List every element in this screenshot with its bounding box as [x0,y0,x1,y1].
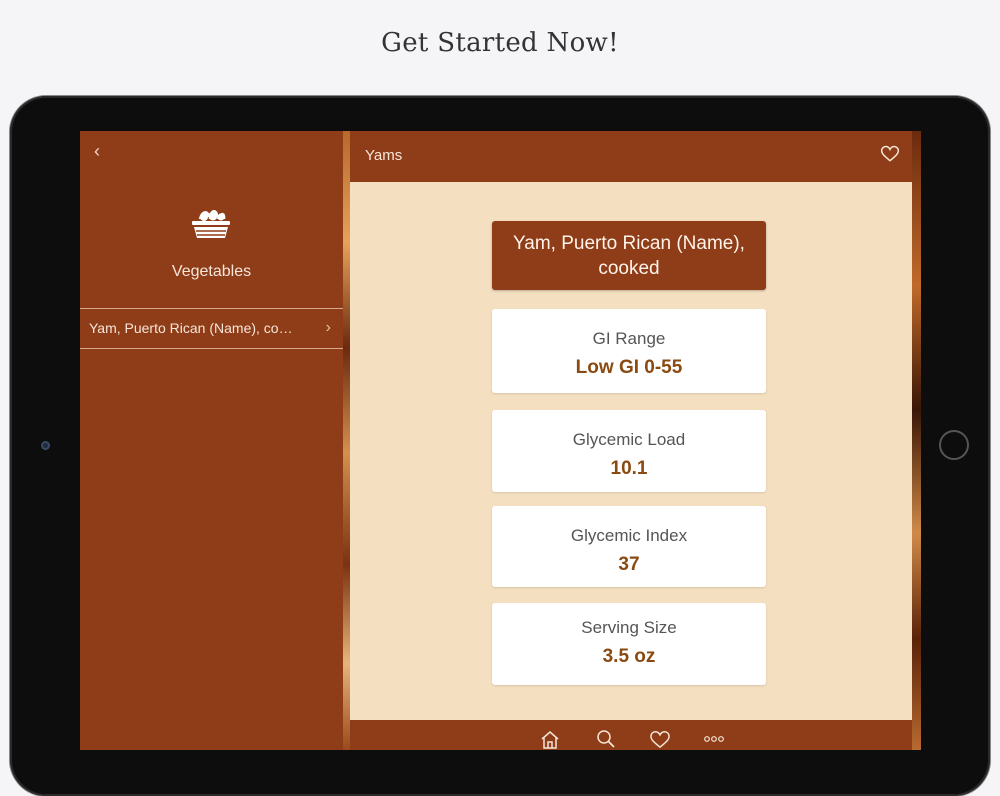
glycemic-load-card: Glycemic Load 10.1 [492,410,766,492]
list-item-label: Yam, Puerto Rican (Name), co… [89,320,293,336]
screen-edge-strip [912,131,921,750]
sidebar: ‹ Vegetables Yam, Puerto Rican (Name), c… [80,131,343,750]
card-value: 37 [618,554,640,575]
tablet-home-button[interactable] [939,430,969,460]
tab-bar [350,720,912,750]
card-label: Serving Size [581,618,677,637]
card-label: GI Range [592,329,666,348]
chevron-left-icon[interactable]: ‹ [94,141,110,161]
serving-size-card: Serving Size 3.5 oz [492,603,766,685]
heart-icon[interactable] [649,729,671,749]
glycemic-index-card: Glycemic Index 37 [492,506,766,587]
detail-title: Yams [365,147,403,164]
search-icon[interactable] [595,729,617,749]
more-icon[interactable] [703,729,725,749]
tablet-camera [41,441,50,450]
chevron-right-icon: › [325,319,331,336]
card-label: Glycemic Index [570,526,688,545]
card-value: 3.5 oz [602,646,656,667]
app-screen: ‹ Vegetables Yam, Puerto Rican (Name), c… [80,131,921,750]
detail-pane: Yams Yam, Puerto Rican (Name), cooked GI… [350,131,912,750]
detail-header: Yams [350,131,912,182]
gi-range-card: GI Range Low GI 0-55 [492,309,766,393]
category-label: Vegetables [171,263,252,280]
detail-content: Yam, Puerto Rican (Name), cooked GI Rang… [350,182,912,720]
list-item[interactable]: Yam, Puerto Rican (Name), co… › [80,308,343,349]
pane-divider [343,131,350,750]
card-value: Low GI 0-55 [575,357,683,378]
heart-outline-icon[interactable] [880,144,900,164]
home-icon[interactable] [539,729,561,749]
card-label: Glycemic Load [572,430,686,449]
page-headline: Get Started Now! [381,28,619,58]
basket-icon [192,210,230,238]
food-name-banner: Yam, Puerto Rican (Name), cooked [492,221,766,290]
card-value: 10.1 [610,458,648,479]
